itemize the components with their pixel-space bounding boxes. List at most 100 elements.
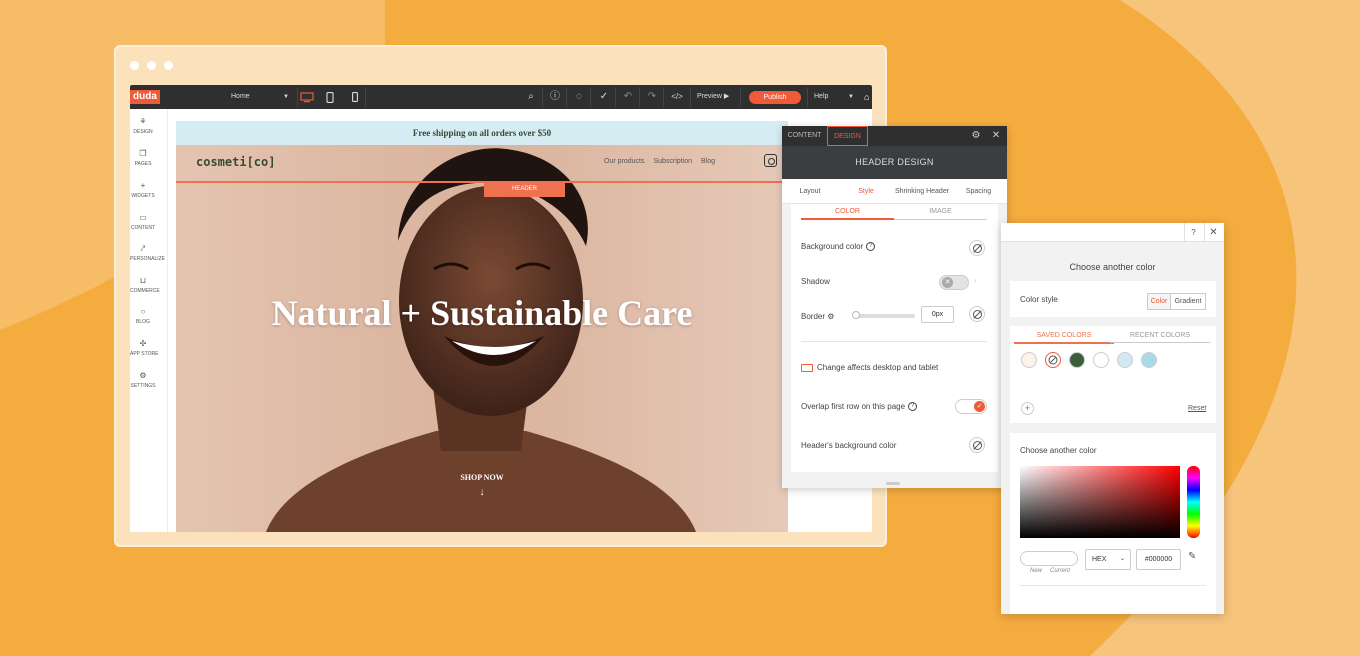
help-icon[interactable]: ? [1184, 223, 1202, 242]
sidebar-item-pages[interactable]: ❐ PAGES [130, 149, 156, 167]
background-color-swatch[interactable] [969, 240, 985, 256]
color-swatch[interactable] [1141, 352, 1157, 368]
toggle-on-icon: ✓ [974, 401, 985, 412]
color-swatch[interactable] [1069, 352, 1085, 368]
hex-input[interactable]: #000000 [1136, 549, 1181, 570]
panel-body: COLOR IMAGE Background color? Shadow ✕ ›… [791, 204, 998, 472]
folder-icon: ▭ [139, 213, 147, 222]
nav-link[interactable]: Our products [604, 158, 644, 165]
color-style-color-button[interactable]: Color [1147, 293, 1171, 310]
header-section-tag[interactable]: HEADER [484, 182, 565, 197]
overlap-toggle[interactable]: ✓ [955, 399, 987, 414]
color-format-select[interactable]: HEX ⌄ [1085, 549, 1131, 570]
panel-heading: HEADER DESIGN [782, 146, 1007, 179]
page-selector-label: Home [231, 93, 250, 100]
reset-link[interactable]: Reset [1188, 405, 1206, 412]
sidebar-item-commerce[interactable]: ⊔ COMMERCE [130, 276, 160, 294]
sidebar-item-widgets[interactable]: + WIDGETS [130, 181, 156, 199]
color-swatch[interactable] [1117, 352, 1133, 368]
window-dot [164, 61, 173, 70]
add-color-button[interactable]: + [1021, 402, 1034, 415]
nav-link[interactable]: Blog [701, 158, 715, 165]
segment-image[interactable]: IMAGE [894, 206, 987, 220]
header-design-panel: CONTENT DESIGN ⚙ ✕ HEADER DESIGN Layout … [782, 126, 1007, 488]
sidebar-item-app-store[interactable]: ✣ APP STORE [130, 339, 158, 357]
hue-slider[interactable] [1187, 466, 1200, 538]
gear-icon: ⚙ [139, 371, 147, 380]
shadow-label: Shadow [801, 277, 830, 286]
toolbar-divider [690, 87, 691, 107]
eyedropper-icon[interactable]: ✎ [1188, 551, 1196, 562]
color-swatch[interactable] [1021, 352, 1037, 368]
page-selector[interactable]: Home ▼ [231, 90, 289, 104]
site-header[interactable]: cosmeti[co] Our products Subscription Bl… [176, 145, 788, 183]
site-logo[interactable]: cosmeti[co] [196, 155, 275, 169]
nav-link[interactable]: Subscription [653, 158, 692, 165]
gear-icon[interactable]: ⚙ [969, 129, 983, 143]
color-swatch[interactable] [1093, 352, 1109, 368]
color-picker-panel: ? ✕ Choose another color Color style Col… [1001, 223, 1224, 614]
help-icon[interactable]: ? [908, 402, 918, 412]
border-slider-handle[interactable] [852, 311, 860, 319]
chevron-down-icon: ▼ [283, 94, 289, 100]
tab-content[interactable]: CONTENT [782, 126, 827, 146]
shop-now-link[interactable]: SHOP NOW [176, 473, 788, 482]
no-color-swatch[interactable] [1045, 352, 1061, 368]
toggle-off-icon: ✕ [942, 277, 953, 288]
gear-icon[interactable]: ⚙ [827, 312, 834, 321]
site-nav: Our products Subscription Blog [604, 158, 715, 165]
duda-logo[interactable]: duda [130, 90, 160, 104]
personalize-icon: ⤤ [140, 244, 146, 253]
chevron-down-icon[interactable]: ▼ [848, 90, 854, 104]
tab-spacing[interactable]: Spacing [950, 179, 1007, 204]
home-icon[interactable]: ⌂ [864, 90, 869, 104]
color-format-value: HEX [1092, 556, 1107, 563]
redo-icon[interactable]: ↷ [645, 90, 659, 104]
sidebar-item-design[interactable]: ⚘ DESIGN [130, 117, 156, 135]
site-preview[interactable]: Free shipping on all orders over $50 cos… [176, 121, 788, 532]
shadow-toggle[interactable]: ✕ [939, 275, 969, 290]
help-icon[interactable]: ? [866, 242, 876, 252]
close-icon[interactable]: ✕ [1204, 223, 1222, 242]
tab-saved-colors[interactable]: SAVED COLORS [1014, 332, 1114, 344]
preview-button[interactable]: Preview ▶ [697, 90, 729, 104]
publish-button[interactable]: Publish [749, 91, 801, 104]
info-icon[interactable]: ⓘ [548, 90, 562, 104]
chevron-right-icon[interactable]: › [974, 276, 977, 285]
help-button[interactable]: Help [814, 90, 828, 104]
sidebar-item-label: BLOG [136, 319, 150, 325]
segment-color[interactable]: COLOR [801, 206, 894, 220]
sidebar-item-label: COMMERCE [130, 288, 160, 294]
search-icon[interactable]: ⌕ [524, 90, 538, 104]
saturation-value-area[interactable] [1020, 466, 1180, 538]
sidebar-item-content[interactable]: ▭ CONTENT [130, 213, 156, 231]
checklist-icon[interactable]: ✓ [597, 90, 611, 104]
close-icon[interactable]: ✕ [989, 129, 1003, 143]
tablet-icon[interactable] [323, 90, 337, 104]
window-dot [147, 61, 156, 70]
mobile-icon[interactable] [348, 90, 362, 104]
code-icon[interactable]: </> [670, 90, 684, 104]
sidebar-item-settings[interactable]: ⚙ SETTINGS [130, 371, 156, 389]
desktop-icon[interactable] [299, 90, 315, 104]
tab-recent-colors[interactable]: RECENT COLORS [1110, 332, 1210, 343]
undo-icon[interactable]: ↶ [621, 90, 635, 104]
tab-design[interactable]: DESIGN [827, 126, 868, 146]
header-bg-swatch[interactable] [969, 437, 985, 453]
tab-style[interactable]: Style [838, 179, 894, 204]
border-width-input[interactable]: 0px [921, 306, 954, 323]
tab-layout[interactable]: Layout [782, 179, 838, 204]
new-label: New [1030, 568, 1043, 574]
tab-shrinking-header[interactable]: Shrinking Header [894, 179, 950, 204]
toolbar-divider [542, 87, 543, 107]
color-style-gradient-button[interactable]: Gradient [1170, 293, 1206, 310]
border-color-swatch[interactable] [969, 306, 985, 322]
comments-icon[interactable]: ◌ [572, 90, 586, 104]
sidebar-item-blog[interactable]: ○ BLOG [130, 307, 156, 325]
sidebar-item-personalize[interactable]: ⤤ PERSONALIZE [130, 244, 165, 262]
sidebar-item-label: PAGES [134, 161, 152, 167]
toolbar-divider [297, 87, 298, 107]
resize-handle[interactable] [886, 482, 900, 485]
border-slider[interactable] [855, 314, 915, 318]
instagram-icon[interactable] [764, 154, 777, 167]
